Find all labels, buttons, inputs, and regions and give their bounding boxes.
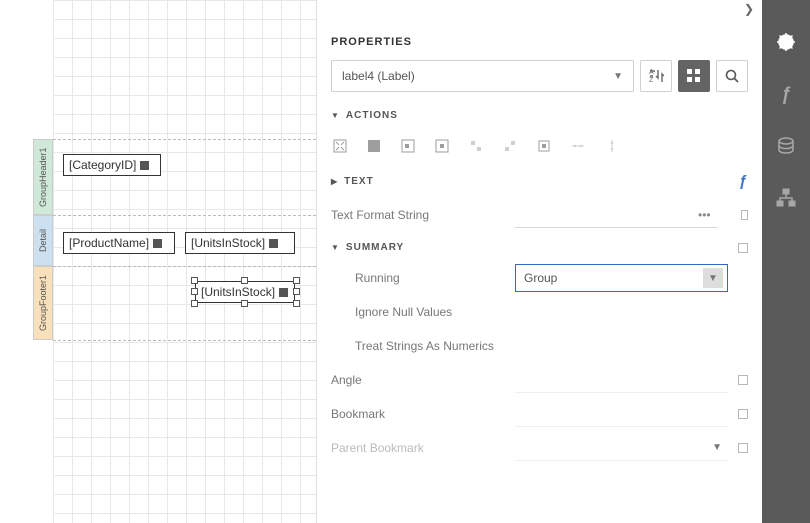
field-product-name[interactable]: [ProductName]	[63, 232, 175, 254]
parent-bookmark-select[interactable]: ▼	[515, 435, 728, 461]
action-align-center-icon[interactable]	[433, 137, 451, 155]
prop-marker[interactable]	[738, 243, 748, 253]
section-summary[interactable]: ▼ SUMMARY	[331, 242, 748, 253]
running-select[interactable]: Group ▼	[515, 264, 728, 292]
field-text: [UnitsInStock]	[191, 236, 265, 250]
tab-data[interactable]	[774, 134, 798, 158]
field-text: [UnitsInStock]	[201, 285, 275, 299]
prop-marker[interactable]	[741, 210, 748, 220]
band-detail[interactable]: Detail	[33, 215, 53, 266]
search-button[interactable]	[716, 60, 748, 92]
categorized-button[interactable]	[678, 60, 710, 92]
actions-toolbar	[331, 129, 748, 173]
prop-angle: Angle	[331, 363, 748, 397]
running-value: Group	[524, 271, 557, 285]
section-label: SUMMARY	[346, 242, 404, 253]
band-group-footer[interactable]: GroupFooter1	[33, 266, 53, 340]
section-label: TEXT	[344, 176, 374, 187]
prop-bookmark: Bookmark	[331, 397, 748, 431]
action-fit-bounds-icon[interactable]	[331, 137, 349, 155]
svg-text:Z: Z	[649, 77, 654, 84]
expand-triangle-icon: ▶	[331, 177, 338, 186]
action-distribute-h-icon[interactable]	[569, 137, 587, 155]
action-distribute-v-icon[interactable]	[603, 137, 621, 155]
design-grid	[53, 0, 316, 523]
action-fill-icon[interactable]	[365, 137, 383, 155]
binding-icon	[279, 288, 288, 297]
prop-running: Running Group ▼	[331, 261, 748, 295]
band-boundary	[53, 266, 316, 267]
band-strip: GroupHeader1 Detail GroupFooter1	[33, 0, 53, 523]
prop-marker[interactable]	[738, 443, 748, 453]
text-format-input[interactable]	[515, 202, 718, 228]
band-boundary	[53, 215, 316, 216]
action-format-icon[interactable]	[467, 137, 485, 155]
collapse-triangle-icon: ▼	[331, 243, 340, 252]
select-toggle[interactable]: ▼	[703, 268, 723, 288]
angle-input[interactable]	[515, 367, 728, 393]
svg-text:A: A	[649, 69, 654, 76]
section-actions[interactable]: ▼ ACTIONS	[331, 110, 748, 121]
right-tab-strip: ƒ	[762, 0, 810, 523]
action-align-left-icon[interactable]	[399, 137, 417, 155]
field-text: [CategoryID]	[69, 158, 136, 172]
section-label: ACTIONS	[346, 110, 398, 121]
tab-properties[interactable]	[774, 30, 798, 54]
panel-title: PROPERTIES	[331, 36, 748, 48]
field-units-in-stock[interactable]: [UnitsInStock]	[185, 232, 295, 254]
band-group-header[interactable]: GroupHeader1	[33, 139, 53, 215]
chevron-down-icon: ▼	[712, 442, 722, 453]
prop-marker[interactable]	[738, 375, 748, 385]
field-category-id[interactable]: [CategoryID]	[63, 154, 161, 176]
ellipsis-icon[interactable]: •••	[698, 208, 711, 222]
prop-text-format: Text Format String •••	[331, 198, 748, 232]
action-box-icon[interactable]	[535, 137, 553, 155]
binding-icon	[269, 239, 278, 248]
prop-marker[interactable]	[738, 409, 748, 419]
element-selector-dropdown[interactable]: label4 (Label) ▼	[331, 60, 634, 92]
band-boundary	[53, 340, 316, 341]
collapse-triangle-icon: ▼	[331, 111, 340, 120]
binding-icon	[153, 239, 162, 248]
band-boundary	[53, 139, 316, 140]
prop-parent-bookmark: Parent Bookmark ▼	[331, 431, 748, 465]
expression-fx-icon[interactable]: ƒ	[739, 173, 748, 190]
tab-expressions[interactable]: ƒ	[774, 82, 798, 106]
sort-button[interactable]: AZ	[640, 60, 672, 92]
action-format2-icon[interactable]	[501, 137, 519, 155]
bookmark-input[interactable]	[515, 401, 728, 427]
element-selector-value: label4 (Label)	[342, 69, 415, 83]
binding-icon	[140, 161, 149, 170]
chevron-down-icon: ▼	[708, 273, 718, 284]
prop-ignore-nulls: Ignore Null Values	[331, 295, 748, 329]
panel-collapse-icon[interactable]: ❯	[744, 2, 754, 16]
report-design-surface[interactable]: GroupHeader1 Detail GroupFooter1 [Catego…	[0, 0, 316, 523]
properties-panel: ❯ PROPERTIES label4 (Label) ▼ AZ ▼ ACTIO…	[316, 0, 762, 523]
chevron-down-icon: ▼	[613, 71, 623, 82]
field-text: [ProductName]	[69, 236, 149, 250]
section-text[interactable]: ▶ TEXT ƒ	[331, 173, 748, 190]
tab-report-tree[interactable]	[774, 186, 798, 210]
prop-treat-strings: Treat Strings As Numerics	[331, 329, 748, 363]
